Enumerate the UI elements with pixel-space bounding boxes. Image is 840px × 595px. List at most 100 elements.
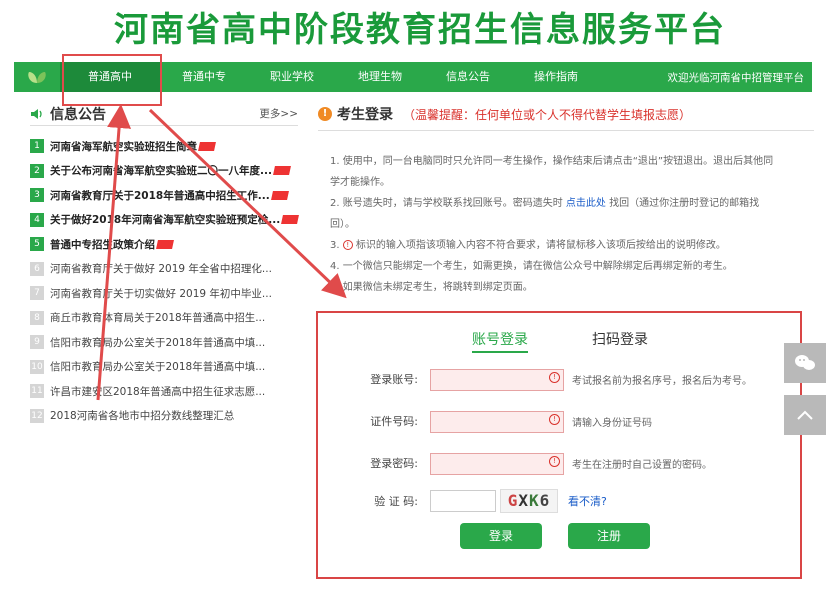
refresh-captcha-link[interactable]: 看不清? — [568, 493, 607, 509]
instruction-5: 5. 如果微信未绑定考生，将跳转到绑定页面。 — [330, 282, 533, 293]
login-tabs: 账号登录 扫码登录 — [322, 325, 796, 355]
instruction-3-text: 标识的输入项指该项输入内容不符合要求，请将鼠标移入该项后按给出的说明修改。 — [352, 240, 726, 251]
nav-item-vocational-school[interactable]: 职业学校 — [248, 62, 336, 92]
news-title[interactable]: 普通中专招生政策介绍 — [50, 237, 155, 252]
account-row: 登录账号: ! 考试报名前为报名序号，报名后为考号。 — [322, 367, 796, 391]
captcha-input[interactable] — [430, 490, 496, 512]
captcha-char: X — [518, 491, 529, 510]
news-title[interactable]: 关于公布河南省海军航空实验班二〇一八年度... — [50, 163, 272, 178]
id-input-wrap: ! — [418, 409, 564, 433]
news-number: 8 — [30, 310, 44, 325]
news-title[interactable]: 2018河南省各地市中招分数线整理汇总 — [50, 408, 234, 423]
instruction-4: 4. 一个微信只能绑定一个考生，如需更换，请在微信公众号中解除绑定后再绑定新的考… — [330, 261, 733, 272]
news-number: 9 — [30, 335, 44, 350]
instruction-3: 3. ! 标识的输入项指该项输入内容不符合要求，请将鼠标移入该项后按给出的说明修… — [330, 240, 726, 251]
info-panel: 信息公告 更多>> 1 河南省海军航空实验班招生简章 2 关于公布河南省海军航空实验… — [30, 102, 299, 429]
login-warning-tip: （温馨提醒：任何单位或个人不得代替学生填报志愿） — [403, 107, 692, 122]
news-title[interactable]: 商丘市教育体育局关于2018年普通高中招生... — [50, 310, 265, 325]
login-form: 账号登录 扫码登录 登录账号: ! 考试报名前为报名序号，报名后为考号。 证件号… — [322, 317, 796, 573]
login-panel: ! 考生登录 （温馨提醒：任何单位或个人不得代替学生填报志愿） 1. 使用中，同… — [318, 102, 814, 298]
login-button[interactable]: 登录 — [460, 523, 542, 549]
news-title[interactable]: 信阳市教育局办公室关于2018年普通高中填... — [50, 335, 265, 350]
news-item[interactable]: 11 许昌市建安区2018年普通高中招生征求志愿... — [30, 379, 298, 404]
news-title[interactable]: 河南省教育厅关于做好 2019 年全省中招理化... — [50, 261, 272, 276]
chevron-up-icon — [797, 410, 813, 420]
recover-password-link[interactable]: 点击此处 — [566, 198, 606, 209]
login-instructions: 1. 使用中，同一台电脑同时只允许同一考生操作，操作结束后请点击“退出”按钮退出… — [318, 151, 814, 298]
account-hint: 考试报名前为报名序号，报名后为考号。 — [572, 375, 752, 387]
news-number: 10 — [30, 359, 44, 374]
register-button[interactable]: 注册 — [568, 523, 650, 549]
password-label: 登录密码: — [370, 457, 418, 470]
tab-account-login[interactable]: 账号登录 — [472, 329, 528, 353]
captcha-row: 验 证 码: GXK6 看不清? — [322, 489, 796, 513]
news-number: 7 — [30, 286, 44, 301]
tab-qrcode-login[interactable]: 扫码登录 — [592, 329, 648, 349]
header-divider — [318, 130, 814, 131]
news-number: 12 — [30, 408, 44, 423]
news-title[interactable]: 河南省教育厅关于切实做好 2019 年初中毕业... — [50, 286, 272, 301]
news-item[interactable]: 8 商丘市教育体育局关于2018年普通高中招生... — [30, 306, 298, 331]
back-to-top-button[interactable] — [784, 395, 826, 435]
captcha-char: K — [529, 491, 540, 510]
captcha-image[interactable]: GXK6 — [500, 489, 558, 513]
leaf-logo-icon — [14, 62, 60, 92]
login-form-annotation-box: 账号登录 扫码登录 登录账号: ! 考试报名前为报名序号，报名后为考号。 证件号… — [316, 311, 802, 579]
news-title[interactable]: 许昌市建安区2018年普通高中招生征求志愿... — [50, 384, 265, 399]
news-title[interactable]: 河南省教育厅关于2018年普通高中招生工作... — [50, 188, 270, 203]
news-number: 4 — [30, 212, 44, 227]
instruction-2-text: 2. 账号遗失时，请与学校联系找回账号。密码遗失时 — [330, 198, 566, 209]
news-number: 2 — [30, 163, 44, 178]
id-row: 证件号码: ! 请输入身份证号码 — [322, 409, 796, 433]
news-item[interactable]: 6 河南省教育厅关于做好 2019 年全省中招理化... — [30, 257, 298, 282]
news-number: 6 — [30, 261, 44, 276]
instruction-2: 2. 账号遗失时，请与学校联系找回账号。密码遗失时 点击此处 找回（通过你注册时… — [330, 193, 780, 235]
news-item[interactable]: 10 信阳市教育局办公室关于2018年普通高中填... — [30, 355, 298, 380]
id-label: 证件号码: — [370, 415, 418, 428]
account-input-wrap: ! — [418, 367, 564, 391]
news-item[interactable]: 5 普通中专招生政策介绍 — [30, 232, 298, 257]
login-header: ! 考生登录 （温馨提醒：任何单位或个人不得代替学生填报志愿） — [318, 102, 814, 126]
captcha-char: 6 — [539, 491, 551, 510]
account-input[interactable] — [430, 368, 564, 391]
news-number: 1 — [30, 139, 44, 154]
info-title: 信息公告 — [50, 106, 106, 123]
more-link[interactable]: 更多>> — [259, 106, 298, 121]
new-badge-icon — [273, 166, 291, 176]
news-item[interactable]: 2 关于公布河南省海军航空实验班二〇一八年度... — [30, 159, 298, 184]
password-input-wrap: ! — [418, 451, 564, 475]
news-title[interactable]: 关于做好2018年河南省海军航空实验班预定检... — [50, 212, 280, 227]
new-badge-icon — [281, 215, 299, 225]
annotation-highlight-box — [62, 54, 162, 106]
news-item[interactable]: 3 河南省教育厅关于2018年普通高中招生工作... — [30, 183, 298, 208]
nav-item-secondary-vocational[interactable]: 普通中专 — [160, 62, 248, 92]
news-item[interactable]: 12 2018河南省各地市中招分数线整理汇总 — [30, 404, 298, 429]
new-badge-icon — [270, 190, 289, 200]
news-number: 3 — [30, 188, 44, 203]
password-hint: 考生在注册时自己设置的密码。 — [572, 459, 712, 471]
news-title[interactable]: 信阳市教育局办公室关于2018年普通高中填... — [50, 359, 265, 374]
news-item[interactable]: 4 关于做好2018年河南省海军航空实验班预定检... — [30, 208, 299, 233]
news-list: 1 河南省海军航空实验班招生简章 2 关于公布河南省海军航空实验班二〇一八年度...… — [30, 134, 299, 429]
account-label: 登录账号: — [370, 373, 418, 386]
nav-item-guide[interactable]: 操作指南 — [512, 62, 600, 92]
info-header: 信息公告 更多>> — [30, 102, 298, 126]
login-title: 考生登录 — [337, 107, 393, 123]
news-item[interactable]: 1 河南省海军航空实验班招生简章 — [30, 134, 298, 159]
instruction-1: 1. 使用中，同一台电脑同时只允许同一考生操作，操作结束后请点击“退出”按钮退出… — [330, 156, 774, 188]
id-number-input[interactable] — [430, 410, 564, 433]
password-row: 登录密码: ! 考生在注册时自己设置的密码。 — [322, 451, 796, 475]
wechat-float-button[interactable] — [784, 343, 826, 383]
speaker-icon — [30, 106, 46, 122]
site-title: 河南省高中阶段教育招生信息服务平台 — [114, 10, 726, 50]
nav-item-announcements[interactable]: 信息公告 — [424, 62, 512, 92]
news-item[interactable]: 7 河南省教育厅关于切实做好 2019 年初中毕业... — [30, 281, 298, 306]
news-title[interactable]: 河南省海军航空实验班招生简章 — [50, 139, 197, 154]
info-alert-icon: ! — [318, 107, 332, 121]
nav-item-geo-bio[interactable]: 地理生物 — [336, 62, 424, 92]
wechat-icon — [795, 355, 815, 370]
news-number: 11 — [30, 384, 44, 399]
password-input[interactable] — [430, 452, 564, 475]
captcha-char: G — [507, 491, 519, 510]
news-item[interactable]: 9 信阳市教育局办公室关于2018年普通高中填... — [30, 330, 298, 355]
